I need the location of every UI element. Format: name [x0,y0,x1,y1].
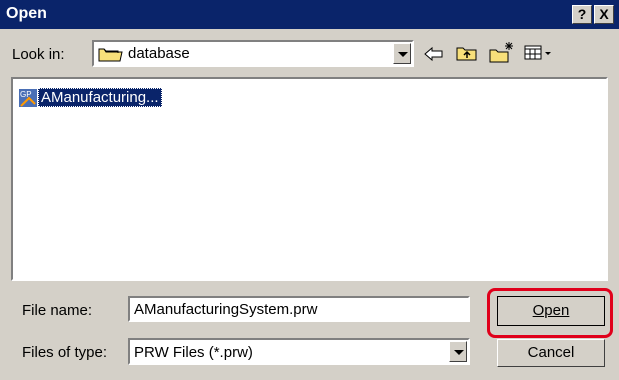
file-name-input[interactable]: AManufacturingSystem.prw [128,296,470,322]
file-list[interactable]: GP AManufacturing... [11,77,608,281]
file-type-label: Files of type: [22,344,108,361]
file-name-label: File name: [22,302,93,319]
look-in-combo[interactable]: database [92,40,414,67]
new-folder-icon[interactable] [489,40,515,64]
look-in-dropdown-arrow[interactable] [393,43,411,64]
back-arrow-icon[interactable] [424,46,444,62]
file-type-value: PRW Files (*.prw) [134,344,253,361]
open-dialog: Open ? X Look in: database GP AManufactu… [0,0,619,380]
look-in-label: Look in: [12,46,65,63]
file-item-name: AManufacturing... [38,88,162,107]
cancel-button[interactable]: Cancel [497,339,605,367]
file-type-dropdown-arrow[interactable] [449,341,467,362]
gp-file-icon: GP [19,89,37,107]
close-button[interactable]: X [594,5,614,24]
file-name-value: AManufacturingSystem.prw [134,301,318,318]
dialog-title: Open [6,5,47,22]
file-type-combo[interactable]: PRW Files (*.prw) [128,338,470,365]
highlight-box [487,288,613,338]
look-in-value: database [128,45,190,62]
view-menu-icon[interactable] [524,44,554,62]
folder-icon [98,48,123,62]
up-folder-icon[interactable] [456,44,478,62]
title-bar[interactable]: Open ? X [0,0,619,29]
help-button[interactable]: ? [572,5,592,24]
